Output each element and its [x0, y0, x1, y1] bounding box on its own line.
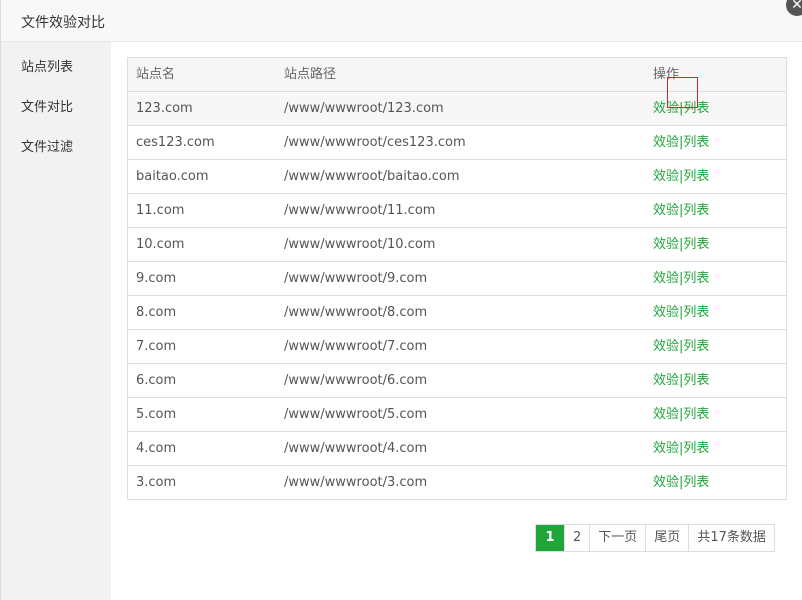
site-path-cell: /www/wwwroot/123.com [284, 101, 444, 116]
page-2-button[interactable]: 2 [564, 525, 590, 551]
actions-cell: 效验|列表 [653, 330, 709, 363]
total-count: 共17条数据 [688, 525, 774, 551]
verify-link[interactable]: 效验 [653, 135, 679, 150]
verify-link[interactable]: 效验 [653, 475, 679, 490]
site-path-cell: /www/wwwroot/baitao.com [284, 169, 460, 184]
actions-cell: 效验|列表 [653, 194, 709, 227]
dialog-titlebar: 文件效验对比 [1, 0, 802, 42]
table-row: baitao.com/www/wwwroot/baitao.com 效验|列表 [128, 159, 786, 193]
site-name-cell: 123.com [136, 101, 193, 116]
site-table: 站点名 站点路径 操作 123.com/www/wwwroot/123.com 效… [127, 57, 787, 500]
dialog-title: 文件效验对比 [21, 15, 105, 31]
table-row: 6.com/www/wwwroot/6.com 效验|列表 [128, 363, 786, 397]
actions-cell: 效验|列表 [653, 296, 709, 329]
sidebar-item-file-compare[interactable]: 文件对比 [21, 96, 73, 115]
table-row: 8.com/www/wwwroot/8.com 效验|列表 [128, 295, 786, 329]
pagination: 1 2 下一页 尾页 共17条数据 [535, 524, 775, 552]
sidebar-item-file-filter[interactable]: 文件过滤 [21, 136, 73, 155]
site-name-cell: 4.com [136, 441, 177, 456]
site-path-cell: /www/wwwroot/5.com [284, 407, 428, 422]
site-name-cell: 10.com [136, 237, 185, 252]
list-link[interactable]: 列表 [683, 373, 709, 388]
site-path-cell: /www/wwwroot/11.com [284, 203, 436, 218]
table-row: 4.com/www/wwwroot/4.com 效验|列表 [128, 431, 786, 465]
verify-link[interactable]: 效验 [653, 305, 679, 320]
last-page-button[interactable]: 尾页 [645, 525, 689, 551]
verify-link[interactable]: 效验 [653, 339, 679, 354]
list-link[interactable]: 列表 [683, 441, 709, 456]
next-page-button[interactable]: 下一页 [589, 525, 646, 551]
list-link[interactable]: 列表 [683, 135, 709, 150]
sidebar: 站点列表 文件对比 文件过滤 [1, 42, 111, 600]
actions-cell: 效验|列表 [653, 160, 709, 193]
verify-link[interactable]: 效验 [653, 271, 679, 286]
verify-link[interactable]: 效验 [653, 441, 679, 456]
verify-link[interactable]: 效验 [653, 169, 679, 184]
site-name-cell: 3.com [136, 475, 177, 490]
site-name-cell: 8.com [136, 305, 177, 320]
verify-link[interactable]: 效验 [653, 237, 679, 252]
column-header-site-name: 站点名 [136, 67, 176, 82]
actions-cell: 效验|列表 [653, 228, 709, 261]
main-content: 站点名 站点路径 操作 123.com/www/wwwroot/123.com 效… [111, 42, 802, 600]
actions-cell: 效验|列表 [653, 364, 709, 397]
table-row: ces123.com/www/wwwroot/ces123.com 效验|列表 [128, 125, 786, 159]
site-name-cell: 5.com [136, 407, 177, 422]
site-path-cell: /www/wwwroot/ces123.com [284, 135, 466, 150]
actions-cell: 效验|列表 [653, 466, 709, 499]
site-path-cell: /www/wwwroot/10.com [284, 237, 436, 252]
table-row: 10.com/www/wwwroot/10.com 效验|列表 [128, 227, 786, 261]
verify-link[interactable]: 效验 [653, 203, 679, 218]
site-path-cell: /www/wwwroot/8.com [284, 305, 428, 320]
list-link[interactable]: 列表 [683, 305, 709, 320]
list-link[interactable]: 列表 [683, 169, 709, 184]
site-name-cell: 7.com [136, 339, 177, 354]
verify-link[interactable]: 效验 [653, 407, 679, 422]
verify-link[interactable]: 效验 [653, 373, 679, 388]
site-path-cell: /www/wwwroot/6.com [284, 373, 428, 388]
table-row: 5.com/www/wwwroot/5.com 效验|列表 [128, 397, 786, 431]
table-row: 3.com/www/wwwroot/3.com 效验|列表 [128, 465, 786, 499]
site-path-cell: /www/wwwroot/9.com [284, 271, 428, 286]
highlight-box [667, 77, 698, 108]
list-link[interactable]: 列表 [683, 339, 709, 354]
actions-cell: 效验|列表 [653, 126, 709, 159]
sidebar-item-site-list[interactable]: 站点列表 [21, 56, 73, 75]
site-path-cell: /www/wwwroot/3.com [284, 475, 428, 490]
site-path-cell: /www/wwwroot/4.com [284, 441, 428, 456]
list-link[interactable]: 列表 [683, 407, 709, 422]
list-link[interactable]: 列表 [683, 203, 709, 218]
file-compare-dialog: 文件效验对比 ✕ 站点列表 文件对比 文件过滤 站点名 站点路径 操作 123.… [0, 0, 802, 600]
column-header-site-path: 站点路径 [284, 67, 337, 82]
actions-cell: 效验|列表 [653, 262, 709, 295]
actions-cell: 效验|列表 [653, 398, 709, 431]
site-name-cell: 6.com [136, 373, 177, 388]
table-row: 11.com/www/wwwroot/11.com 效验|列表 [128, 193, 786, 227]
site-name-cell: ces123.com [136, 135, 215, 150]
site-name-cell: baitao.com [136, 169, 209, 184]
table-row: 9.com/www/wwwroot/9.com 效验|列表 [128, 261, 786, 295]
list-link[interactable]: 列表 [683, 237, 709, 252]
site-path-cell: /www/wwwroot/7.com [284, 339, 428, 354]
actions-cell: 效验|列表 [653, 432, 709, 465]
page-1-button[interactable]: 1 [536, 525, 564, 551]
list-link[interactable]: 列表 [683, 475, 709, 490]
list-link[interactable]: 列表 [683, 271, 709, 286]
site-name-cell: 11.com [136, 203, 185, 218]
table-row: 7.com/www/wwwroot/7.com 效验|列表 [128, 329, 786, 363]
site-name-cell: 9.com [136, 271, 177, 286]
